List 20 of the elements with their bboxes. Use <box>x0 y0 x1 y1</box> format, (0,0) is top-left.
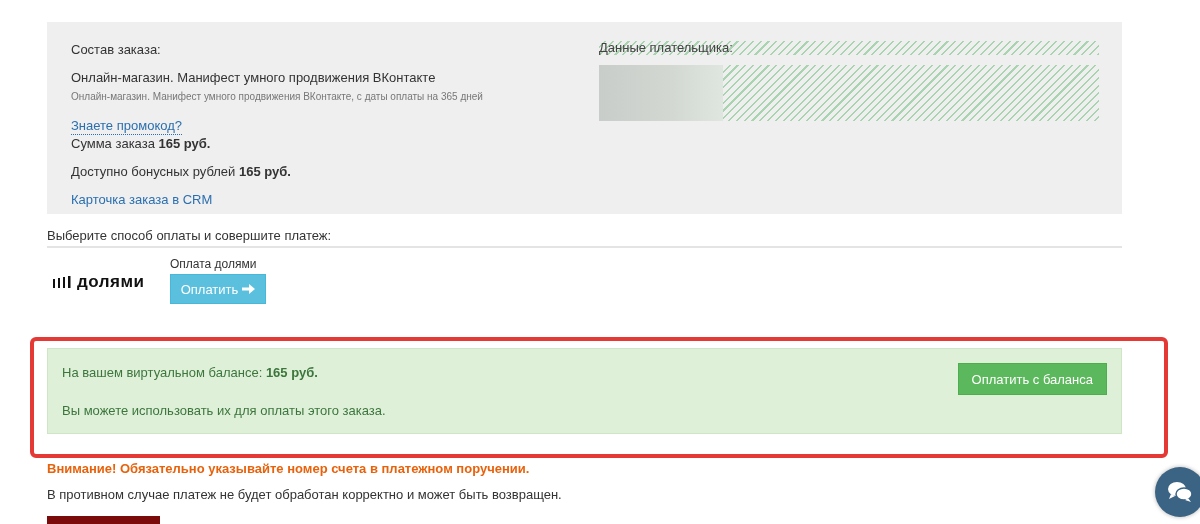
promo-link[interactable]: Знаете промокод? <box>71 118 182 135</box>
arrow-right-icon <box>242 283 256 295</box>
info-text: В противном случае платеж не будет обработан корректно и может быть возвращен. <box>47 487 563 503</box>
chat-icon <box>1167 481 1193 503</box>
product-note: Онлайн-магазин. Манифест умного продвижения ВКонтакте, с даты оплаты на 365 дней <box>71 90 484 104</box>
logo-text: долями <box>77 272 145 292</box>
bars-icon <box>53 276 71 288</box>
balance-text: На вашем виртуальном балансе: 165 руб. <box>62 365 319 381</box>
bonus-balance: Доступно бонусных рублей 165 руб. <box>71 164 292 180</box>
product-title: Онлайн-магазин. Манифест умного продвижения ВКонтакте <box>71 70 437 86</box>
payer-heading: Данные плательщика: <box>599 41 1099 55</box>
balance-note: Вы можете использовать их для оплаты этого заказа. <box>62 403 386 419</box>
order-total: Сумма заказа 165 руб. <box>71 136 212 152</box>
warning-text: Внимание! Обязательно указывайте номер счета в платежном поручении. <box>47 461 531 477</box>
method-label: Оплата долями <box>170 256 258 272</box>
pay-from-balance-button[interactable]: Оплатить с баланса <box>957 363 1107 395</box>
crm-link[interactable]: Карточка заказа в CRM <box>71 192 213 208</box>
chat-button[interactable] <box>1155 467 1200 517</box>
payment-heading: Выберите способ оплаты и совершите платеж: <box>47 228 333 244</box>
order-heading: Состав заказа: <box>71 42 162 58</box>
